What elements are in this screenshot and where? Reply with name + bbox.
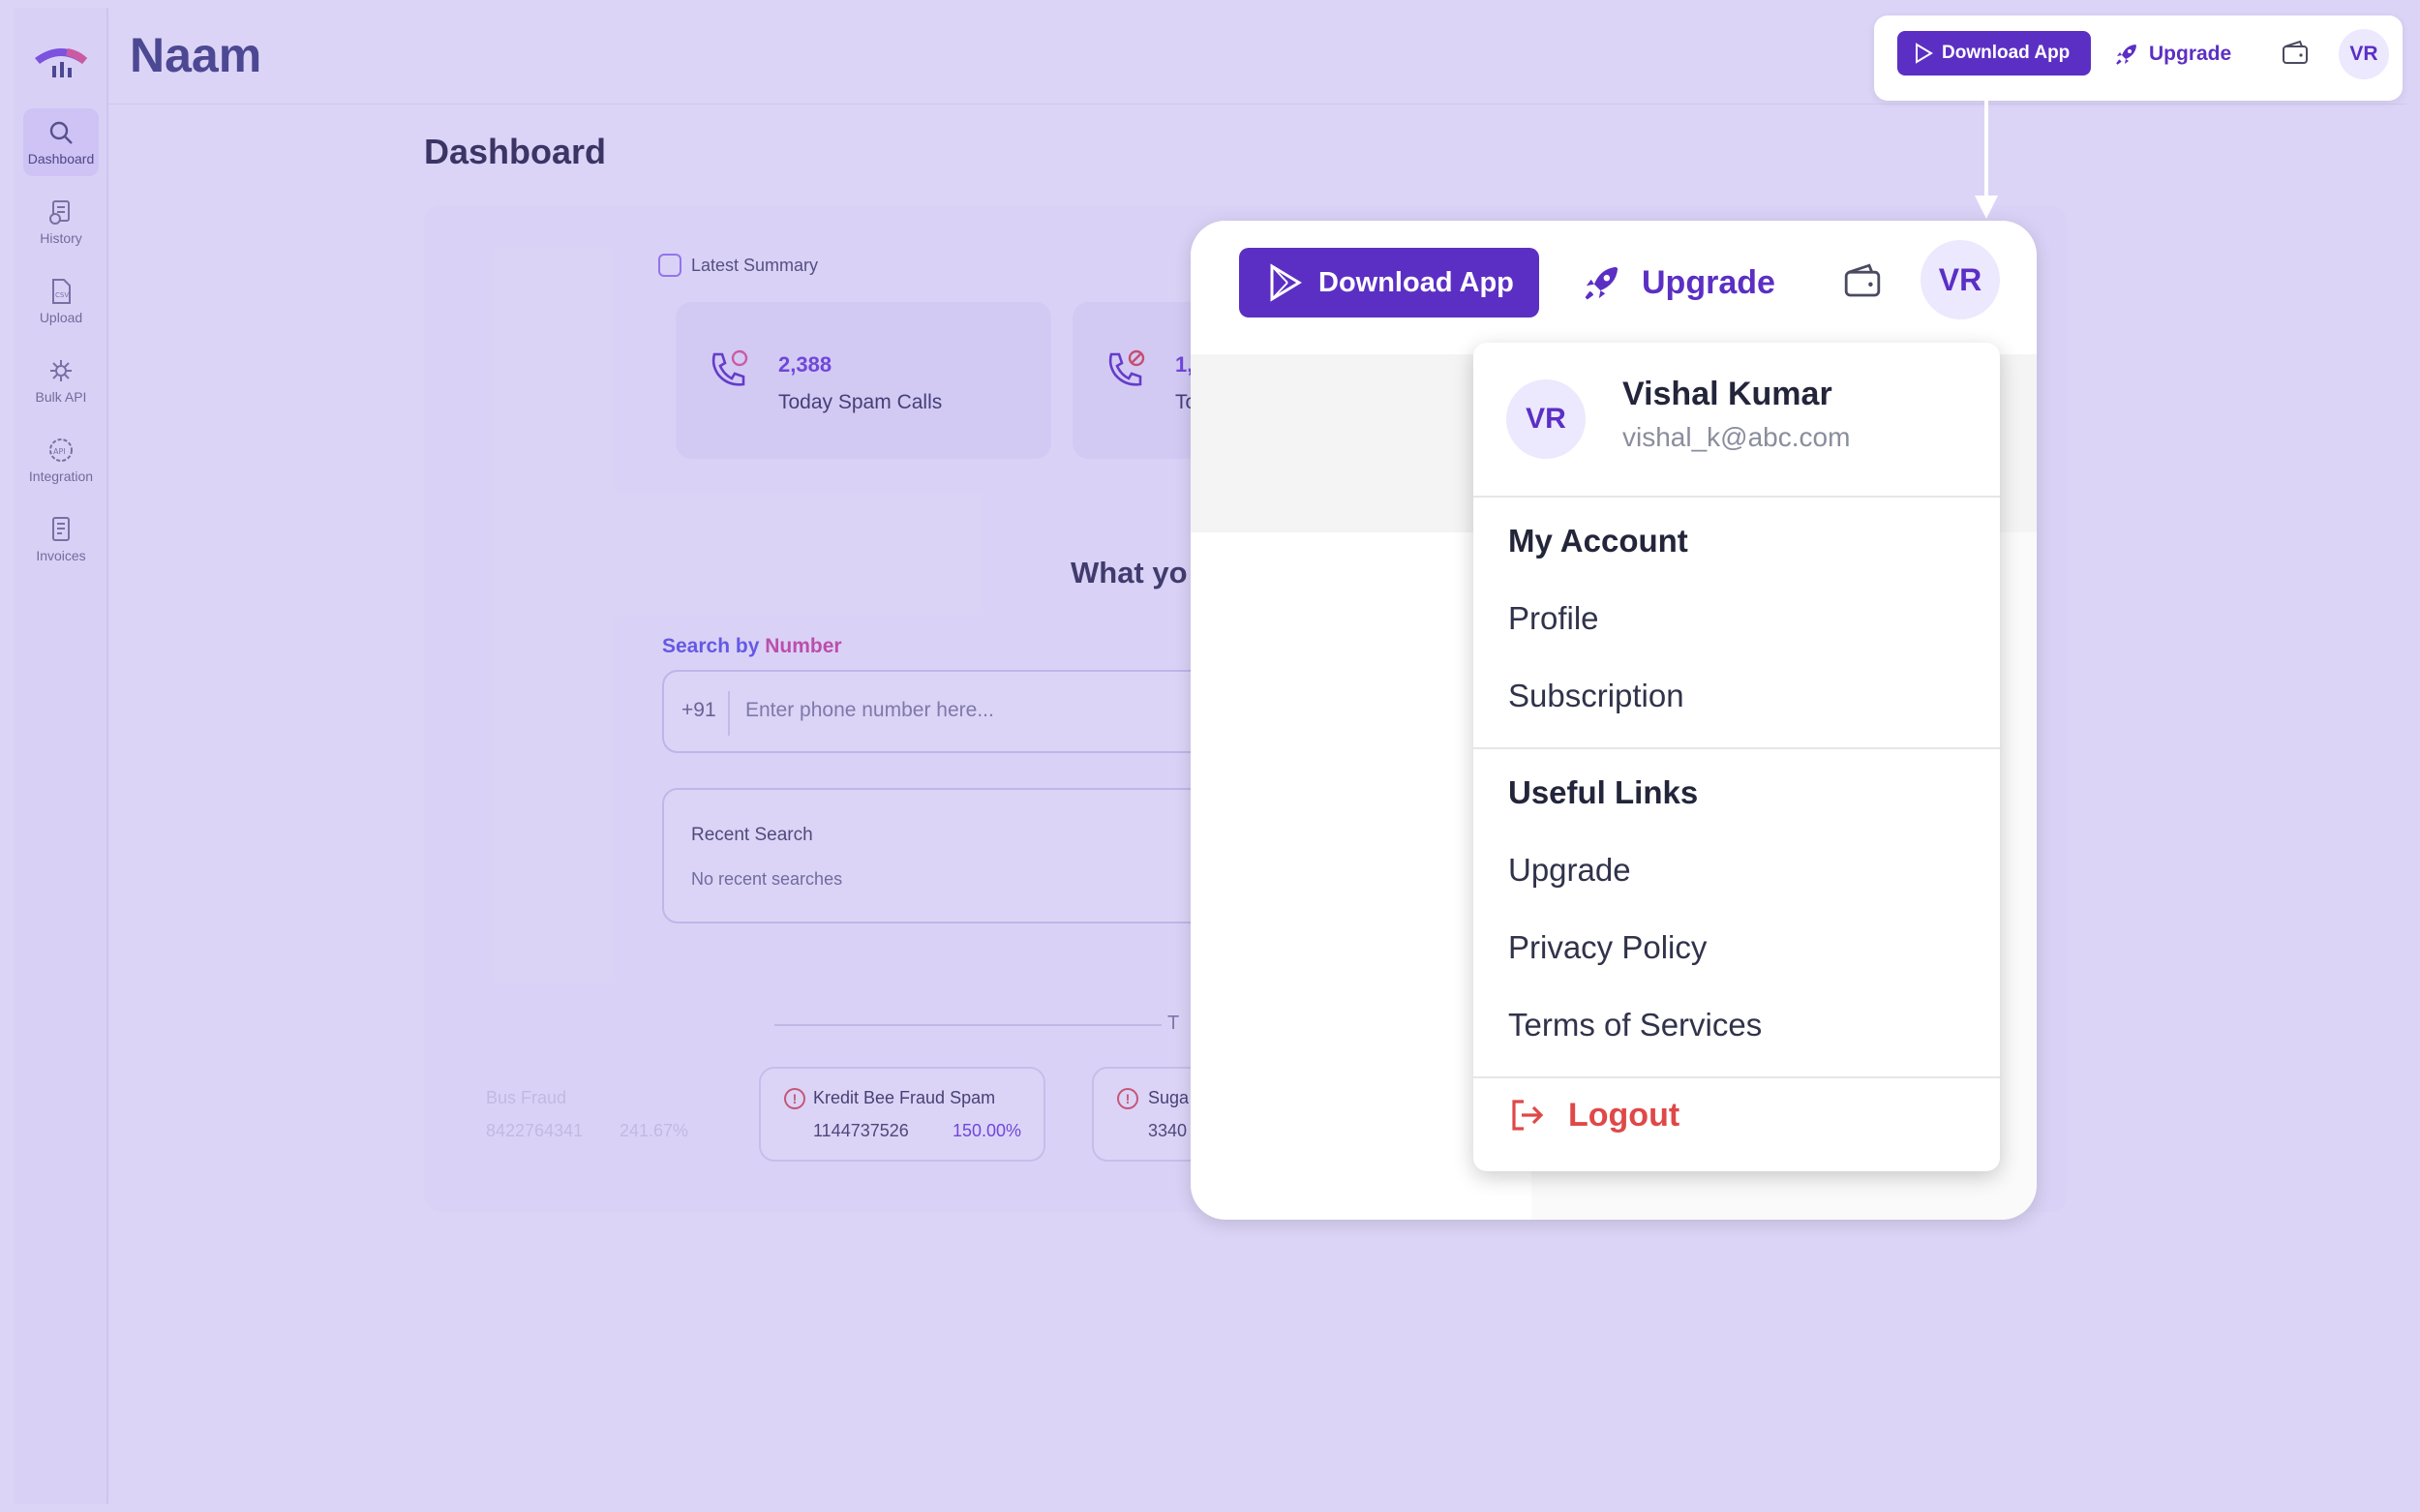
sidebar-item-dashboard[interactable]: Dashboard [23, 108, 99, 176]
sidebar-item-label: History [40, 230, 82, 246]
trending-title: Bus Fraud [486, 1088, 567, 1107]
rocket-icon [2116, 45, 2136, 65]
upgrade-link[interactable]: Upgrade [2114, 33, 2231, 76]
chart-icon [658, 254, 681, 277]
sidebar-item-label: Integration [28, 469, 94, 484]
search-label-highlight: Number [765, 635, 842, 657]
svg-text:API: API [53, 447, 66, 456]
download-app-button-large[interactable]: Download App [1239, 248, 1539, 318]
zoomed-header: Download App Upgrade VR [1191, 221, 2037, 354]
logout-button[interactable]: Logout [1508, 1096, 1679, 1134]
download-app-label: Download App [1942, 43, 2071, 63]
trending-number: 1144737526 [813, 1121, 909, 1140]
sidebar-item-label: Invoices [36, 548, 86, 563]
user-email: vishal_k@abc.com [1622, 422, 1851, 452]
useful-links-heading: Useful Links [1508, 774, 1699, 810]
app-name: Naam [130, 28, 262, 82]
phone-blocked-icon [1108, 349, 1145, 386]
phone-search-field[interactable]: +91 Enter phone number here... [662, 670, 1243, 753]
sidebar-item-label: Dashboard [27, 151, 95, 166]
sidebar-item-integration[interactable]: API Integration [23, 426, 99, 494]
upgrade-link-large[interactable]: Upgrade [1582, 256, 1775, 310]
trending-number: 8422764341 [486, 1121, 584, 1140]
latest-summary-heading: Latest Summary [658, 254, 818, 277]
sidebar-item-history[interactable]: History [23, 188, 99, 256]
stat-card-spam-calls: 2,388 Today Spam Calls [676, 302, 1051, 459]
invoice-icon [52, 517, 70, 541]
sidebar-item-label: Bulk API [35, 389, 87, 405]
csv-file-icon: CSV [52, 279, 71, 304]
my-account-heading: My Account [1508, 523, 1688, 559]
trending-percent: 241.67% [620, 1121, 689, 1140]
trending-card[interactable]: ! Kredit Bee Fraud Spam 1144737526 150.0… [759, 1067, 1045, 1162]
trending-title: Kredit Bee Fraud Spam [813, 1088, 996, 1107]
trending-title: Suga [1148, 1088, 1190, 1107]
search-icon [49, 121, 73, 144]
phone-input-placeholder[interactable]: Enter phone number here... [745, 699, 994, 722]
naam-logo-icon [35, 48, 87, 77]
stat-label: Today Spam Calls [778, 391, 943, 413]
sidebar-item-label: Upload [39, 310, 83, 325]
latest-summary-label: Latest Summary [691, 255, 819, 275]
menu-divider [1473, 747, 2000, 749]
alert-icon: ! [1117, 1088, 1138, 1109]
sidebar-item-invoices[interactable]: Invoices [23, 505, 99, 573]
wallet-icon[interactable] [2281, 39, 2310, 68]
menu-item-profile[interactable]: Profile [1508, 600, 1599, 637]
header-actions: Download App Upgrade VR [1874, 15, 2403, 101]
recent-search-panel: Recent Search No recent searches [662, 788, 1243, 923]
play-store-icon [1270, 263, 1302, 302]
search-label-prefix: Search by [662, 635, 760, 657]
phone-alert-icon [711, 349, 748, 386]
search-label: Search by Number [662, 635, 842, 658]
history-icon [49, 200, 70, 225]
api-icon: API [49, 438, 73, 462]
recent-search-title: Recent Search [691, 825, 813, 845]
logout-icon [1512, 1100, 1544, 1131]
user-name: Vishal Kumar [1622, 376, 1832, 412]
menu-item-subscription[interactable]: Subscription [1508, 678, 1684, 714]
menu-divider [1473, 1076, 2000, 1078]
pointer-arrow-icon [1975, 101, 1998, 219]
avatar-button-large[interactable]: VR [1921, 240, 2000, 319]
page-title: Dashboard [424, 132, 607, 171]
sidebar: Dashboard History CSV Upload Bulk API AP… [14, 8, 108, 1504]
field-divider [728, 691, 730, 736]
wallet-icon[interactable] [1841, 261, 1884, 302]
menu-item-privacy-policy[interactable]: Privacy Policy [1508, 929, 1707, 966]
country-code[interactable]: +91 [681, 699, 716, 722]
trending-number: 3340 [1148, 1121, 1188, 1140]
menu-divider [1473, 496, 2000, 498]
trending-card-faded[interactable]: Bus Fraud 8422764341 241.67% [432, 1067, 712, 1162]
sidebar-item-bulk-api[interactable]: Bulk API [23, 347, 99, 414]
alert-icon: ! [784, 1088, 805, 1109]
profile-dropdown-menu: VR Vishal Kumar vishal_k@abc.com My Acco… [1473, 343, 2000, 1171]
download-app-button[interactable]: Download App [1897, 31, 2091, 76]
rocket-icon [1585, 266, 1618, 300]
trending-heading: T [1167, 1013, 1180, 1034]
sidebar-item-upload[interactable]: CSV Upload [23, 267, 99, 335]
logout-label: Logout [1568, 1096, 1680, 1134]
stat-value: 2,388 [778, 352, 832, 377]
section-question: What yo [1071, 556, 1188, 590]
section-divider [774, 1024, 1162, 1026]
upgrade-label: Upgrade [1642, 263, 1775, 301]
svg-text:CSV: CSV [55, 291, 69, 299]
play-store-icon [1916, 43, 1933, 64]
download-app-label: Download App [1318, 266, 1514, 298]
trending-percent: 150.00% [953, 1121, 1022, 1140]
avatar-button[interactable]: VR [2339, 29, 2389, 79]
recent-search-empty: No recent searches [691, 869, 843, 889]
avatar: VR [1506, 379, 1586, 459]
menu-item-terms-of-services[interactable]: Terms of Services [1508, 1007, 1762, 1043]
bulk-api-icon [50, 360, 72, 381]
upgrade-label: Upgrade [2149, 43, 2232, 65]
menu-item-upgrade[interactable]: Upgrade [1508, 852, 1631, 889]
